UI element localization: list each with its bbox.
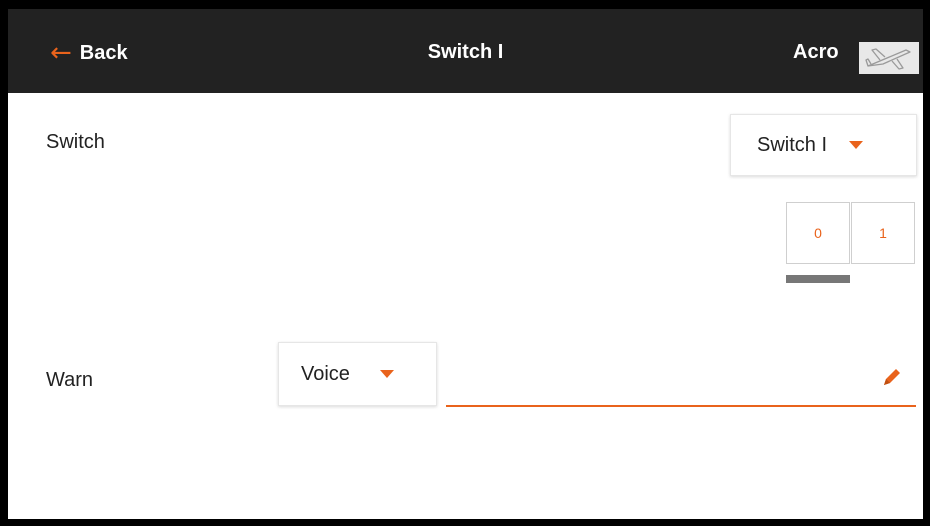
page-title: Switch I — [427, 41, 504, 63]
switch-select[interactable]: Switch I — [730, 114, 917, 176]
warn-select-value: Voice — [301, 362, 350, 385]
model-type-label: Acro — [793, 41, 839, 63]
switch-select-value: Switch I — [757, 133, 828, 156]
switch-position-1[interactable]: 1 — [851, 202, 915, 264]
pencil-icon[interactable] — [880, 365, 904, 389]
airplane-icon[interactable] — [859, 42, 919, 74]
warn-select[interactable]: Voice — [278, 342, 437, 406]
switch-label: Switch — [46, 131, 105, 153]
chevron-down-icon — [849, 141, 864, 149]
header-bar: ← Back Switch I Acro — [8, 9, 923, 93]
switch-position-0[interactable]: 0 — [786, 202, 850, 264]
warn-text-field[interactable] — [446, 405, 916, 407]
screen: ← Back Switch I Acro Switch Switch I 0 1… — [8, 9, 923, 519]
warn-label: Warn — [46, 369, 94, 391]
chevron-down-icon — [379, 370, 394, 378]
active-position-indicator — [786, 275, 850, 283]
